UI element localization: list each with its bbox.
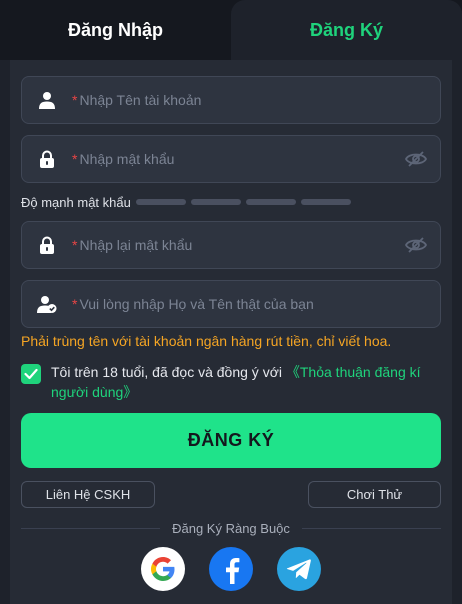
required-mark: * bbox=[72, 296, 78, 312]
register-button[interactable]: ĐĂNG KÝ bbox=[21, 413, 441, 468]
strength-segment bbox=[190, 199, 241, 205]
social-buttons bbox=[0, 547, 462, 593]
social-title: Đăng Ký Ràng Buộc bbox=[172, 520, 290, 536]
password-input[interactable] bbox=[79, 136, 392, 182]
google-icon[interactable] bbox=[141, 547, 185, 591]
user-verified-icon bbox=[22, 295, 72, 313]
lock-icon bbox=[22, 150, 72, 168]
strength-segment bbox=[245, 199, 296, 205]
full-name-field[interactable]: * bbox=[21, 280, 441, 328]
confirm-password-field[interactable]: * bbox=[21, 221, 441, 269]
strength-label: Độ mạnh mật khẩu bbox=[21, 194, 131, 210]
name-warning: Phải trùng tên với tài khoản ngân hàng r… bbox=[21, 333, 392, 349]
full-name-input[interactable] bbox=[79, 281, 440, 327]
tab-register[interactable]: Đăng Ký bbox=[231, 0, 462, 60]
eye-off-icon[interactable] bbox=[392, 237, 440, 253]
social-divider: Đăng Ký Ràng Buộc bbox=[21, 520, 442, 536]
username-input[interactable] bbox=[79, 77, 440, 123]
check-icon bbox=[24, 368, 38, 380]
contact-support-button[interactable]: Liên Hệ CSKH bbox=[21, 481, 155, 508]
strength-segment bbox=[300, 199, 351, 205]
divider-line bbox=[301, 527, 442, 529]
password-field[interactable]: * bbox=[21, 135, 441, 183]
divider-line bbox=[21, 527, 161, 529]
strength-segment bbox=[135, 199, 186, 205]
required-mark: * bbox=[72, 237, 78, 253]
user-icon bbox=[22, 91, 72, 109]
agreement-text: Tôi trên 18 tuổi, đã đọc và đồng ý với 《… bbox=[51, 362, 441, 402]
lock-icon bbox=[22, 236, 72, 254]
eye-off-icon[interactable] bbox=[392, 151, 440, 167]
facebook-icon[interactable] bbox=[209, 547, 253, 591]
agreement-statement: Tôi trên 18 tuổi, đã đọc và đồng ý với bbox=[51, 364, 286, 380]
try-play-button[interactable]: Chơi Thử bbox=[308, 481, 441, 508]
password-strength: Độ mạnh mật khẩu bbox=[21, 193, 441, 211]
auth-tabs: Đăng Nhập Đăng Ký bbox=[0, 0, 462, 60]
agreement: Tôi trên 18 tuổi, đã đọc và đồng ý với 《… bbox=[21, 362, 441, 402]
confirm-password-input[interactable] bbox=[79, 222, 392, 268]
tab-login[interactable]: Đăng Nhập bbox=[0, 0, 231, 60]
required-mark: * bbox=[72, 92, 78, 108]
agree-checkbox[interactable] bbox=[21, 364, 41, 384]
username-field[interactable]: * bbox=[21, 76, 441, 124]
telegram-icon[interactable] bbox=[277, 547, 321, 591]
required-mark: * bbox=[72, 151, 78, 167]
